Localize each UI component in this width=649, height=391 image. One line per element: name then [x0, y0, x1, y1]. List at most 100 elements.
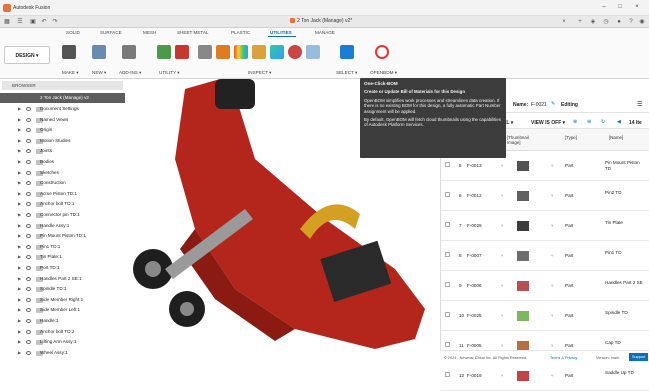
- browser-item[interactable]: ▶ Spindle TD:1: [0, 284, 125, 294]
- browser-item[interactable]: ▶ Origin: [0, 125, 125, 135]
- curvature-icon[interactable]: [252, 45, 266, 59]
- expand-icon[interactable]: ▶: [18, 199, 21, 209]
- zebra-analysis-icon[interactable]: [234, 45, 248, 59]
- expand-icon[interactable]: ▶: [18, 337, 21, 347]
- save-icon[interactable]: ▣: [29, 18, 37, 26]
- browser-item[interactable]: ▶ Named Views: [0, 115, 125, 125]
- expand-icon[interactable]: ▶: [18, 168, 21, 178]
- expand-icon[interactable]: ▶: [18, 178, 21, 188]
- help-icon[interactable]: ?: [627, 18, 635, 26]
- browser-item[interactable]: ▶ Sketches: [0, 168, 125, 178]
- visibility-eye-icon[interactable]: [26, 117, 31, 122]
- expand-icon[interactable]: ▶: [18, 242, 21, 252]
- row-checkbox[interactable]: [445, 222, 450, 227]
- section-analysis-icon[interactable]: [288, 45, 302, 59]
- table-row[interactable]: 6 F-0012 ▾ ▾ Part Pin2 TD: [441, 181, 649, 211]
- collapse-icon[interactable]: ▼: [18, 93, 22, 103]
- browser-item[interactable]: ▶ Pin Mount Piston TD:1: [0, 231, 125, 241]
- col-type[interactable]: [Type]: [565, 135, 577, 140]
- browser-item[interactable]: ▶ Pin1 TD:1: [0, 242, 125, 252]
- browser-item[interactable]: ▶ Document Settings: [0, 104, 125, 114]
- visibility-eye-icon[interactable]: [26, 138, 31, 143]
- table-row[interactable]: 9 F-0006 ▾ ▾ Part Handles Part 2 SE: [441, 271, 649, 301]
- expand-icon[interactable]: ▶: [18, 210, 21, 220]
- row-checkbox[interactable]: [445, 372, 450, 377]
- group-make[interactable]: MAKE ▾: [62, 70, 79, 76]
- visibility-eye-icon[interactable]: [26, 350, 31, 355]
- browser-item[interactable]: ▶ Handles Part 2 SE:1: [0, 274, 125, 284]
- expand-icon[interactable]: ▶: [18, 221, 21, 231]
- browser-root-node[interactable]: ▼ 2 Ton Jack (Manage) v2: [0, 93, 125, 103]
- visibility-eye-icon[interactable]: [26, 266, 31, 270]
- row-dropdown-icon[interactable]: ▾: [551, 223, 553, 229]
- browser-item[interactable]: ▶ Anchor bolt TD:1: [0, 199, 125, 209]
- prev-page-icon[interactable]: ◀: [617, 119, 621, 125]
- visibility-eye-icon[interactable]: [26, 276, 31, 281]
- visibility-eye-icon[interactable]: [26, 202, 31, 207]
- visibility-eye-icon[interactable]: [26, 244, 31, 249]
- expand-icon[interactable]: ▶: [18, 115, 21, 125]
- browser-item[interactable]: ▶ Side Member Right:1: [0, 295, 125, 305]
- tab-sheet-metal[interactable]: SHEET METAL: [177, 30, 208, 35]
- browser-item[interactable]: ▶ Connector pin TD:1: [0, 210, 125, 220]
- bom-menu-icon[interactable]: ☰: [637, 101, 642, 108]
- new-component-icon[interactable]: [92, 45, 106, 59]
- row-checkbox[interactable]: [445, 342, 450, 347]
- row-dropdown-icon[interactable]: ▾: [551, 253, 553, 259]
- group-add-ins[interactable]: ADD-INS ▾: [119, 70, 141, 76]
- browser-item[interactable]: ▶ Handle Assy:1: [0, 221, 125, 231]
- row-checkbox[interactable]: [445, 282, 450, 287]
- row-dropdown-icon[interactable]: ▾: [501, 373, 503, 379]
- visibility-eye-icon[interactable]: [26, 234, 31, 239]
- expand-icon[interactable]: ▶: [18, 274, 21, 284]
- measure-icon[interactable]: [198, 45, 212, 59]
- data-panel-grid-icon[interactable]: ▦: [3, 18, 11, 26]
- tab-manage[interactable]: MANAGE: [315, 30, 335, 35]
- footer-terms-link[interactable]: Terms & Privacy: [550, 356, 577, 360]
- row-dropdown-icon[interactable]: ▾: [551, 283, 553, 289]
- browser-item[interactable]: ▶ Acme Piston TD:1: [0, 189, 125, 199]
- extensions-icon[interactable]: ◈: [589, 18, 597, 26]
- expand-icon[interactable]: ▶: [18, 316, 21, 326]
- browser-item[interactable]: ▶ Motion Studies: [0, 136, 125, 146]
- visibility-eye-icon[interactable]: [26, 308, 31, 313]
- row-dropdown-icon[interactable]: ▾: [501, 253, 503, 259]
- close-icon[interactable]: ×: [631, 3, 643, 12]
- expand-icon[interactable]: ▶: [18, 263, 21, 273]
- browser-item[interactable]: ▶ Tin Plate:1: [0, 252, 125, 262]
- col-name[interactable]: [Name]: [609, 135, 623, 140]
- expand-icon[interactable]: ▶: [18, 125, 21, 135]
- expand-icon[interactable]: ▶: [18, 231, 21, 241]
- visibility-eye-icon[interactable]: [26, 297, 31, 302]
- expand-icon[interactable]: ▶: [18, 146, 21, 156]
- visibility-eye-icon[interactable]: [26, 128, 31, 133]
- browser-item[interactable]: ▶ Lifting Arm Assy:1: [0, 337, 125, 347]
- refresh-icon[interactable]: ↻: [601, 119, 605, 125]
- row-dropdown-icon[interactable]: ▾: [501, 343, 503, 349]
- add-ins-icon[interactable]: [122, 45, 136, 59]
- redo-icon[interactable]: ↷: [51, 18, 59, 26]
- edit-pencil-icon[interactable]: ✎: [551, 101, 555, 107]
- interference-icon[interactable]: [216, 45, 230, 59]
- tab-mesh[interactable]: MESH: [143, 30, 156, 35]
- table-row[interactable]: 7 F-0029 ▾ ▾ Part Tin Plate: [441, 211, 649, 241]
- visibility-eye-icon[interactable]: [26, 181, 31, 186]
- group-select[interactable]: SELECT ▾: [336, 70, 357, 76]
- row-dropdown-icon[interactable]: ▾: [501, 283, 503, 289]
- visibility-eye-icon[interactable]: [26, 329, 31, 334]
- visibility-eye-icon[interactable]: [26, 160, 31, 164]
- row-checkbox[interactable]: [445, 312, 450, 317]
- expand-icon[interactable]: ▶: [18, 252, 21, 262]
- document-tab[interactable]: 2 Ton Jack (Manage) v2*: [290, 18, 352, 24]
- expand-icon[interactable]: ▶: [18, 284, 21, 294]
- browser-item[interactable]: ▶ Construction: [0, 178, 125, 188]
- browser-item[interactable]: ▶ Side Member Left:1: [0, 305, 125, 315]
- expand-icon[interactable]: ▶: [18, 305, 21, 315]
- minimize-icon[interactable]: –: [598, 3, 610, 12]
- job-status-icon[interactable]: ◷: [602, 18, 610, 26]
- view-dropdown[interactable]: VIEW IS OFF ▾: [531, 120, 565, 126]
- table-row[interactable]: 12 F-0019 ▾ ▾ Part Saddle Up TD: [441, 361, 649, 391]
- visibility-eye-icon[interactable]: [26, 340, 31, 345]
- row-dropdown-icon[interactable]: ▾: [551, 373, 553, 379]
- row-dropdown-icon[interactable]: ▾: [551, 313, 553, 319]
